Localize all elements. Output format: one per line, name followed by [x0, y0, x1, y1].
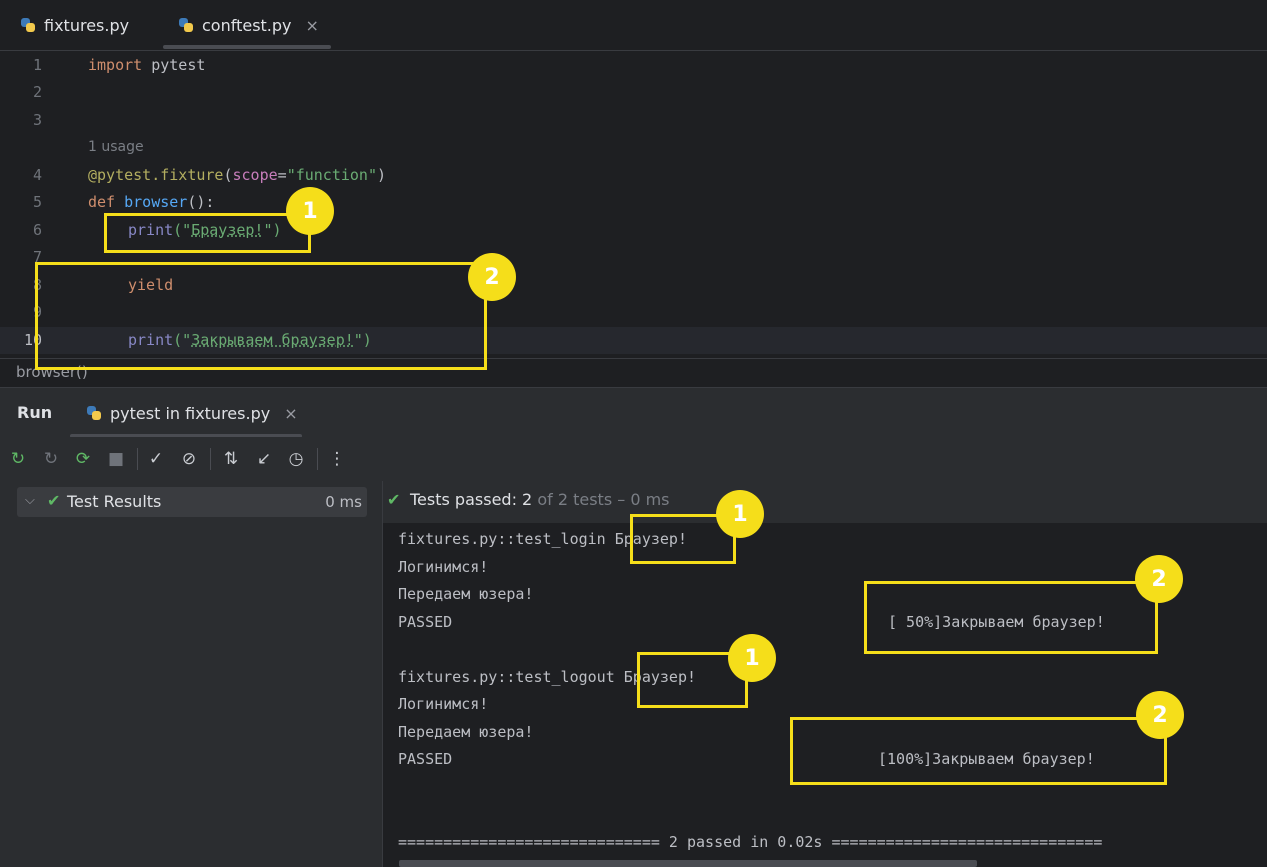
check-icon: ✔: [387, 490, 401, 509]
console-line: PASSED: [398, 750, 453, 768]
annotation-badge: 1: [286, 187, 334, 235]
function-name: browser: [124, 193, 188, 211]
line-number: 1: [32, 56, 42, 74]
rerun-failed-icon[interactable]: ↻: [40, 448, 62, 470]
show-passed-icon[interactable]: ✓: [145, 448, 167, 470]
console-line: Передаем юзера!: [398, 585, 534, 603]
status-suffix: of 2 tests – 0 ms: [532, 490, 670, 509]
run-toolbar: ↻ ↻ ⟳ ■ ✓ ⊘ ⇅ ↙ ◷ ⋮: [0, 437, 1267, 481]
tab-conftest-py[interactable]: conftest.py ×: [178, 0, 319, 50]
code-text: =: [277, 166, 287, 184]
run-tab-label: pytest in fixtures.py: [110, 403, 271, 423]
line-number: 4: [32, 166, 42, 184]
test-results-tree: ⌵ ✔ Test Results 0 ms: [0, 481, 383, 867]
show-ignored-icon[interactable]: ⊘: [178, 448, 200, 470]
toggle-auto-test-icon[interactable]: ⟳: [72, 448, 94, 470]
console-line: Логинимся!: [398, 558, 489, 576]
string-literal: "function": [286, 166, 377, 184]
keyword: def: [88, 193, 116, 211]
code-text: ): [377, 166, 387, 184]
annotation-box: [790, 717, 1167, 785]
code-text: ():: [187, 193, 215, 211]
keyword: import: [88, 56, 143, 74]
python-file-icon: [178, 17, 194, 33]
chevron-down-icon[interactable]: ⌵: [25, 493, 35, 508]
annotation-badge: 2: [468, 253, 516, 301]
toolbar-separator: [137, 448, 138, 470]
tree-item-duration: 0 ms: [325, 493, 362, 511]
annotation-badge: 2: [1135, 555, 1183, 603]
status-prefix: Tests passed:: [410, 490, 523, 509]
annotation-badge: 1: [728, 634, 776, 682]
import-tests-icon[interactable]: ↙: [253, 448, 275, 470]
tree-item-test-results[interactable]: ⌵ ✔ Test Results 0 ms: [17, 487, 367, 517]
active-tab-indicator: [163, 45, 331, 49]
close-icon[interactable]: ×: [306, 16, 319, 35]
decorator: @pytest.fixture: [88, 166, 224, 184]
tab-fixtures-py[interactable]: fixtures.py: [20, 0, 129, 50]
code-text: pytest: [142, 56, 206, 74]
toolbar-separator: [317, 448, 318, 470]
status-count: 2: [522, 490, 533, 509]
line-number: 3: [32, 111, 42, 129]
line-number: 2: [32, 83, 42, 101]
close-icon[interactable]: ×: [284, 404, 297, 423]
editor-tab-bar: fixtures.py conftest.py ×: [0, 0, 1267, 51]
annotation-box: [35, 262, 487, 370]
tab-label: fixtures.py: [44, 15, 130, 35]
history-icon[interactable]: ◷: [285, 448, 307, 470]
tab-label: conftest.py: [202, 15, 292, 35]
check-icon: ✔: [47, 491, 61, 510]
rerun-icon[interactable]: ↻: [7, 448, 29, 470]
console-summary-line: ============================= 2 passed i…: [398, 833, 1103, 851]
param-name: scope: [232, 166, 278, 184]
code-line: 1 import pytest: [0, 52, 1267, 79]
run-tab[interactable]: pytest in fixtures.py ×: [86, 388, 298, 438]
run-panel-header: Run pytest in fixtures.py ×: [0, 387, 1267, 438]
usage-hint[interactable]: 1 usage: [88, 139, 144, 155]
line-number: 6: [32, 221, 42, 239]
run-panel-title: Run: [17, 403, 53, 422]
annotation-badge: 2: [1136, 691, 1184, 739]
code-line: 5 def browser():: [0, 189, 1267, 216]
console-line: Передаем юзера!: [398, 723, 534, 741]
python-file-icon: [20, 17, 36, 33]
line-number: 5: [32, 193, 42, 211]
annotation-box: [864, 581, 1158, 654]
code-text: (: [223, 166, 233, 184]
stop-icon[interactable]: ■: [105, 448, 127, 470]
toolbar-separator: [210, 448, 211, 470]
pytest-icon: [86, 405, 102, 421]
code-line: 4 @pytest.fixture(scope="function"): [0, 162, 1267, 189]
code-line: 3: [0, 107, 1267, 134]
more-options-icon[interactable]: ⋮: [326, 448, 348, 470]
annotation-box: [104, 213, 311, 253]
console-line: Логинимся!: [398, 695, 489, 713]
code-line: 2: [0, 79, 1267, 106]
sort-icon[interactable]: ⇅: [220, 448, 242, 470]
console-line: PASSED: [398, 613, 453, 631]
horizontal-scrollbar[interactable]: [399, 860, 977, 867]
annotation-badge: 1: [716, 490, 764, 538]
tree-item-label: Test Results: [67, 492, 162, 511]
test-status-bar: ✔ Tests passed: 2 of 2 tests – 0 ms: [383, 481, 1267, 523]
